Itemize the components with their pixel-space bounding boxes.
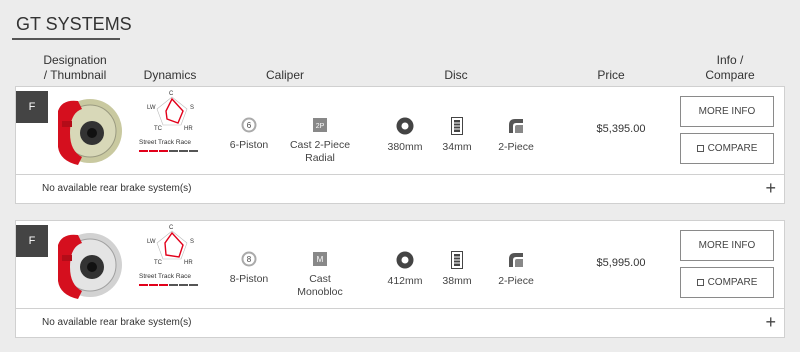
compare-checkbox[interactable] <box>696 279 704 286</box>
dyn-scale-label: Street Track Race <box>139 273 192 280</box>
header-dynamics: Dynamics <box>143 68 197 82</box>
compare-checkbox[interactable] <box>696 145 704 152</box>
disc-diameter-label: 412mm <box>387 275 423 287</box>
product-card: F C LW S TC HR Street Track Race 6 6-Pis… <box>15 86 785 204</box>
dyn-s-label: S <box>190 239 195 245</box>
rear-brake-row[interactable]: No available rear brake system(s) + <box>16 175 784 203</box>
dynamics-chart: C LW S TC HR Street Track Race <box>136 89 208 169</box>
caliper-pistons: 8 8-Piston <box>224 251 274 286</box>
dyn-level-bar <box>189 284 198 286</box>
compare-button[interactable]: COMPARE <box>680 133 774 164</box>
caliper-pistons: 6 6-Piston <box>224 117 274 152</box>
dyn-level-bar <box>149 284 158 286</box>
dyn-lw-label: LW <box>147 105 156 111</box>
two-piece-disc-icon <box>509 119 523 133</box>
rear-brake-text: No available rear brake system(s) <box>42 183 192 194</box>
disc-thickness-label: 34mm <box>442 141 472 153</box>
more-info-button[interactable]: MORE INFO <box>680 230 774 261</box>
dyn-level-bar <box>189 150 198 152</box>
caliper-pistons-label: 6-Piston <box>229 139 269 151</box>
disc-construction: 2-Piece <box>494 251 538 288</box>
caliper-type-label: Cast Monobloc <box>297 273 343 298</box>
compare-button[interactable]: COMPARE <box>680 267 774 298</box>
rear-brake-row[interactable]: No available rear brake system(s) + <box>16 309 784 337</box>
piston-count-glyph: 6 <box>247 121 252 130</box>
disc-diameter: 380mm <box>380 117 430 154</box>
dyn-tc-label: TC <box>154 260 162 266</box>
compare-label: COMPARE <box>707 143 758 154</box>
piston-count-icon: 6 <box>241 117 257 133</box>
more-info-label: MORE INFO <box>698 240 756 251</box>
dyn-hr-label: HR <box>184 260 193 266</box>
caliper-type: M Cast Monobloc <box>292 251 348 299</box>
header-designation-label: Designation / Thumbnail <box>43 53 107 82</box>
product-main-row: F C LW S TC HR Street Track Race 8 8-Pis… <box>16 221 784 309</box>
dyn-level-bar <box>139 150 148 152</box>
dyn-s-label: S <box>190 105 195 111</box>
disc-construction-label: 2-Piece <box>498 141 534 153</box>
disc-construction-label: 2-Piece <box>498 275 534 287</box>
disc-thickness: 34mm <box>437 117 477 154</box>
dyn-level-bar <box>149 150 158 152</box>
dyn-level-bar <box>139 284 148 286</box>
disc-thickness-icon <box>451 251 463 269</box>
caliper-type-glyph: M <box>317 255 324 264</box>
section-title: GT SYSTEMS <box>16 14 132 34</box>
caliper-type-label: Cast 2-Piece Radial <box>289 139 351 164</box>
header-info-label: Info / Compare <box>705 53 755 82</box>
dyn-level-bars <box>139 150 198 152</box>
dyn-level-bar <box>169 150 178 152</box>
expand-plus-icon[interactable]: + <box>765 176 776 200</box>
dyn-level-bar <box>169 284 178 286</box>
caliper-type-glyph: 2P <box>316 123 325 130</box>
caliper-type-icon: M <box>313 252 327 266</box>
dynamics-chart: C LW S TC HR Street Track Race <box>136 223 208 303</box>
price: $5,395.00 <box>596 123 646 135</box>
position-badge: F <box>16 91 48 123</box>
product-card: F C LW S TC HR Street Track Race 8 8-Pis… <box>15 220 785 338</box>
header-price: Price <box>597 68 625 82</box>
dyn-scale-label: Street Track Race <box>139 139 192 146</box>
two-piece-disc-icon <box>509 253 523 267</box>
dyn-c-label: C <box>169 225 174 231</box>
dyn-lw-label: LW <box>147 239 156 245</box>
expand-plus-icon[interactable]: + <box>765 310 776 334</box>
caliper-type-icon: 2P <box>313 118 327 132</box>
compare-label: COMPARE <box>707 277 758 288</box>
caliper-type: 2P Cast 2-Piece Radial <box>288 117 352 165</box>
dyn-level-bar <box>159 284 168 286</box>
disc-construction: 2-Piece <box>494 117 538 154</box>
header-info: Info / Compare <box>690 53 770 83</box>
piston-count-glyph: 8 <box>247 255 252 264</box>
more-info-button[interactable]: MORE INFO <box>680 96 774 127</box>
brake-thumbnail-image[interactable] <box>52 91 122 169</box>
dyn-c-label: C <box>169 91 174 97</box>
dyn-level-bars <box>139 284 198 286</box>
more-info-label: MORE INFO <box>698 106 756 117</box>
disc-thickness-icon <box>451 117 463 135</box>
dyn-level-bar <box>159 150 168 152</box>
header-designation: Designation / Thumbnail <box>30 53 120 83</box>
dyn-level-bar <box>179 284 188 286</box>
piston-count-icon: 8 <box>241 251 257 267</box>
disc-thickness-label: 38mm <box>442 275 472 287</box>
rear-brake-text: No available rear brake system(s) <box>42 317 192 328</box>
disc-diameter-icon <box>396 251 414 269</box>
price: $5,995.00 <box>596 257 646 269</box>
product-main-row: F C LW S TC HR Street Track Race 6 6-Pis… <box>16 87 784 175</box>
dyn-level-bar <box>179 150 188 152</box>
dyn-hr-label: HR <box>184 126 193 132</box>
dyn-tc-label: TC <box>154 126 162 132</box>
caliper-pistons-label: 8-Piston <box>229 273 269 285</box>
disc-diameter-label: 380mm <box>387 141 423 153</box>
disc-diameter-icon <box>396 117 414 135</box>
section-title-rule <box>12 38 120 40</box>
disc-diameter: 412mm <box>380 251 430 288</box>
brake-thumbnail-image[interactable] <box>52 225 122 303</box>
disc-thickness: 38mm <box>437 251 477 288</box>
header-disc: Disc <box>444 68 468 82</box>
header-caliper: Caliper <box>265 68 304 82</box>
position-badge: F <box>16 225 48 257</box>
